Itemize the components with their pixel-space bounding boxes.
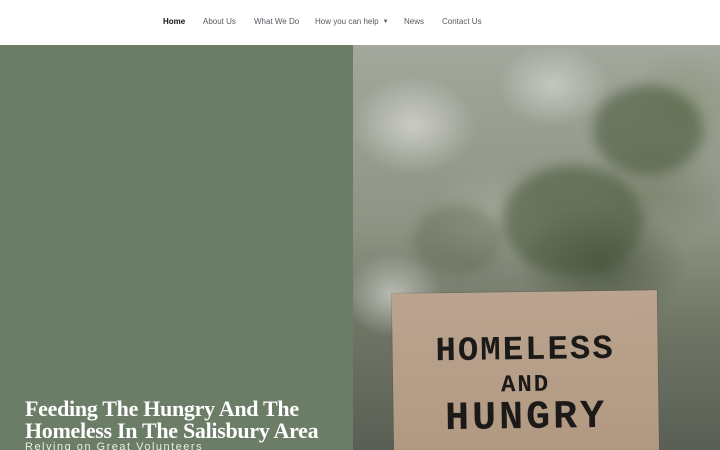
hero-text-panel [0, 45, 353, 450]
nav-how-you-can-help-label: How you can help [315, 17, 379, 26]
sign-line-1: HOMELESS [435, 330, 616, 372]
sign-line-3: HUNGRY [444, 394, 608, 443]
nav-how-you-can-help[interactable]: How you can help ▼ [315, 17, 389, 27]
cardboard-sign: HOMELESS AND HUNGRY [391, 290, 660, 450]
hero-title: Feeding The Hungry And The Homeless In T… [25, 396, 319, 443]
photo-moss-patch [503, 165, 643, 275]
top-navigation: Home About Us What We Do How you can hel… [0, 0, 720, 45]
nav-contact-us[interactable]: Contact Us [442, 17, 482, 27]
chevron-down-icon: ▼ [382, 19, 389, 25]
nav-what-we-do[interactable]: What We Do [254, 17, 299, 27]
photo-moss-patch [593, 85, 703, 175]
hero-subtitle: Relying on Great Volunteers [25, 441, 204, 450]
hero-photo-homeless-sign: HOMELESS AND HUNGRY [353, 45, 720, 450]
photo-moss-patch [413, 205, 503, 275]
nav-about-us[interactable]: About Us [203, 17, 236, 27]
nav-news[interactable]: News [404, 17, 424, 27]
nav-home[interactable]: Home [163, 17, 185, 27]
